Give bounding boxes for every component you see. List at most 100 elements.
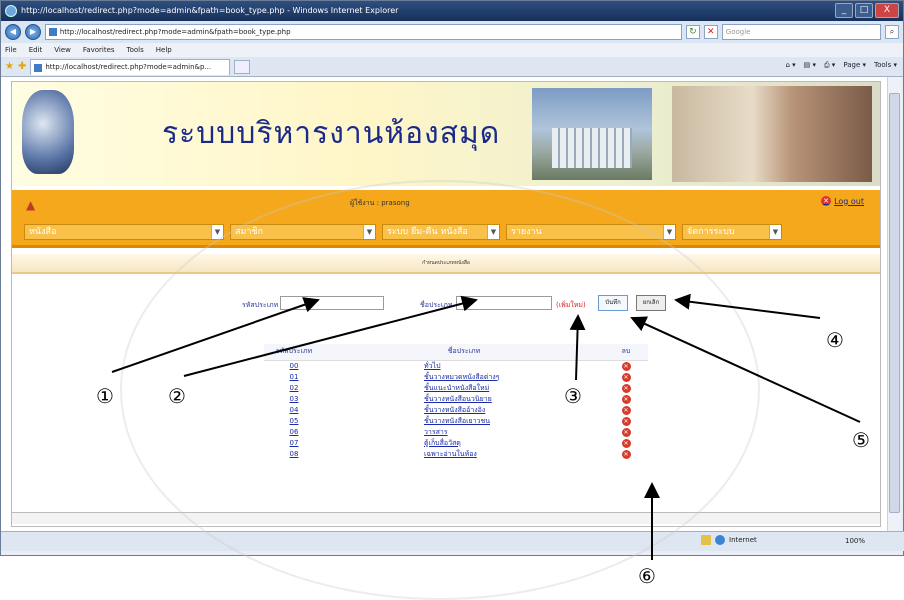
row-code[interactable]: 00: [264, 360, 324, 372]
tab-label: http://localhost/redirect.php?mode=admin…: [45, 62, 212, 71]
minimize-button[interactable]: _: [835, 3, 853, 18]
url-text: http://localhost/redirect.php?mode=admin…: [59, 28, 291, 36]
search-icon[interactable]: ⌕: [885, 25, 899, 39]
delete-icon[interactable]: ✕: [621, 405, 631, 415]
add-favorite-icon[interactable]: ✚: [18, 61, 26, 72]
table-row: 01 ชั้นวางหมวดหนังสือต่างๆ ✕: [264, 372, 648, 383]
delete-icon[interactable]: ✕: [621, 372, 631, 382]
row-code[interactable]: 08: [264, 449, 324, 460]
protected-mode-icon: [701, 535, 711, 545]
callout-1: ①: [96, 384, 114, 408]
menu-help[interactable]: Help: [156, 43, 172, 57]
chevron-down-icon: ▼: [769, 225, 781, 239]
menu-tools[interactable]: Tools: [127, 43, 144, 57]
zoom-level[interactable]: 100%: [845, 537, 865, 545]
refresh-icon[interactable]: ↻: [685, 25, 700, 39]
status-bar: Internet 100%: [1, 531, 904, 551]
col-delete: ลบ: [604, 344, 648, 361]
col-name: ชื่อประเภท: [324, 344, 604, 361]
stop-icon[interactable]: ✕: [703, 25, 718, 39]
back-icon[interactable]: ◀: [5, 24, 21, 40]
row-name[interactable]: ทั่วไป: [324, 360, 604, 372]
row-name[interactable]: ชั้นวางหนังสืออ้างอิง: [324, 405, 604, 416]
nav-bar: ▲ ผู้ใช้งาน : prasong ✕ Log out หนังสือ ▼ …: [12, 190, 880, 248]
table-row: 07 ตู้เก็บสื่อวัสดุ ✕: [264, 438, 648, 449]
row-name[interactable]: ชั้นวางหมวดหนังสือต่างๆ: [324, 372, 604, 383]
row-code[interactable]: 02: [264, 383, 324, 394]
logout-link[interactable]: ✕ Log out: [821, 196, 864, 206]
menu-view[interactable]: View: [54, 43, 71, 57]
row-code[interactable]: 03: [264, 394, 324, 405]
page-content: ระบบบริหารงานห้องสมุด ▲ ผู้ใช้งาน : pras…: [1, 77, 901, 531]
delete-icon[interactable]: ✕: [621, 427, 631, 437]
code-label: รหัสประเภท: [242, 301, 279, 309]
row-name[interactable]: ชั้นวางหนังสือนวนิยาย: [324, 394, 604, 405]
browser-window: http://localhost/redirect.php?mode=admin…: [0, 0, 904, 556]
delete-icon[interactable]: ✕: [621, 449, 631, 459]
scrollbar[interactable]: [887, 77, 901, 531]
row-code[interactable]: 01: [264, 372, 324, 383]
delete-icon[interactable]: ✕: [621, 394, 631, 404]
menu-favorites[interactable]: Favorites: [83, 43, 115, 57]
row-code[interactable]: 07: [264, 438, 324, 449]
home-icon[interactable]: ▲: [26, 198, 35, 212]
delete-icon[interactable]: ✕: [621, 416, 631, 426]
menu-admin-select[interactable]: จัดการระบบ ▼: [682, 224, 782, 240]
feeds-icon[interactable]: ▤ ▾: [804, 61, 816, 70]
row-name[interactable]: ตู้เก็บสื่อวัสดุ: [324, 438, 604, 449]
cancel-button[interactable]: ยกเลิก: [636, 295, 666, 311]
menu-file[interactable]: File: [5, 43, 17, 57]
close-button[interactable]: X: [875, 3, 899, 18]
name-input[interactable]: [456, 296, 552, 310]
search-input[interactable]: Google: [721, 24, 882, 40]
row-name[interactable]: วารสาร: [324, 427, 604, 438]
menu-members-select[interactable]: สมาชิก ▼: [230, 224, 376, 240]
menu-books-select[interactable]: หนังสือ ▼: [24, 224, 224, 240]
page-menu[interactable]: Page ▾: [843, 61, 866, 70]
scroll-thumb[interactable]: [889, 93, 900, 513]
code-input[interactable]: [280, 296, 384, 310]
menu-borrow-select[interactable]: ระบบ ยืม-คืน หนังสือ ▼: [382, 224, 500, 240]
table-row: 03 ชั้นวางหนังสือนวนิยาย ✕: [264, 394, 648, 405]
title-bar: http://localhost/redirect.php?mode=admin…: [1, 1, 903, 21]
row-code[interactable]: 06: [264, 427, 324, 438]
delete-icon[interactable]: ✕: [621, 383, 631, 393]
table-row: 00 ทั่วไป ✕: [264, 360, 648, 372]
chevron-down-icon: ▼: [211, 225, 223, 239]
favorites-star-icon[interactable]: ★: [5, 61, 14, 72]
zone-label: Internet: [729, 536, 757, 544]
chevron-down-icon: ▼: [363, 225, 375, 239]
table-row: 08 เฉพาะอ่านในห้อง ✕: [264, 449, 648, 460]
menu-report-label: รายงาน: [511, 227, 542, 237]
url-input[interactable]: http://localhost/redirect.php?mode=admin…: [44, 24, 682, 40]
ie-icon: [5, 5, 17, 17]
row-name[interactable]: ชั้นแนะนำหนังสือใหม่: [324, 383, 604, 394]
forward-icon[interactable]: ▶: [24, 24, 41, 40]
tab-current[interactable]: http://localhost/redirect.php?mode=admin…: [30, 58, 231, 75]
delete-icon[interactable]: ✕: [621, 438, 631, 448]
chevron-down-icon: ▼: [487, 225, 499, 239]
row-code[interactable]: 05: [264, 416, 324, 427]
add-new-label[interactable]: (เพิ่มใหม่): [556, 300, 586, 311]
new-tab-button[interactable]: [234, 59, 251, 74]
menu-report-select[interactable]: รายงาน ▼: [506, 224, 676, 240]
menu-borrow-label: ระบบ ยืม-คืน หนังสือ: [387, 227, 468, 237]
tools-menu[interactable]: Tools ▾: [874, 61, 897, 70]
table-row: 02 ชั้นแนะนำหนังสือใหม่ ✕: [264, 383, 648, 394]
callout-2: ②: [168, 384, 186, 408]
maximize-button[interactable]: □: [855, 3, 873, 18]
menu-edit[interactable]: Edit: [29, 43, 43, 57]
library-app: ระบบบริหารงานห้องสมุด ▲ ผู้ใช้งาน : pras…: [11, 81, 881, 527]
save-button[interactable]: บันทึก: [598, 295, 628, 311]
delete-icon[interactable]: ✕: [621, 361, 631, 371]
row-name[interactable]: ชั้นวางหนังสือเยาวชน: [324, 416, 604, 427]
name-label: ชื่อประเภท: [420, 301, 453, 309]
home-icon[interactable]: ⌂ ▾: [785, 61, 795, 70]
globe-logo: [22, 90, 74, 174]
col-code: รหัสประเภท: [264, 344, 324, 361]
table-header: รหัสประเภท ชื่อประเภท ลบ: [264, 344, 648, 361]
row-code[interactable]: 04: [264, 405, 324, 416]
row-name[interactable]: เฉพาะอ่านในห้อง: [324, 449, 604, 460]
print-icon[interactable]: ⎙ ▾: [824, 61, 835, 70]
footer-bar: [12, 512, 880, 524]
